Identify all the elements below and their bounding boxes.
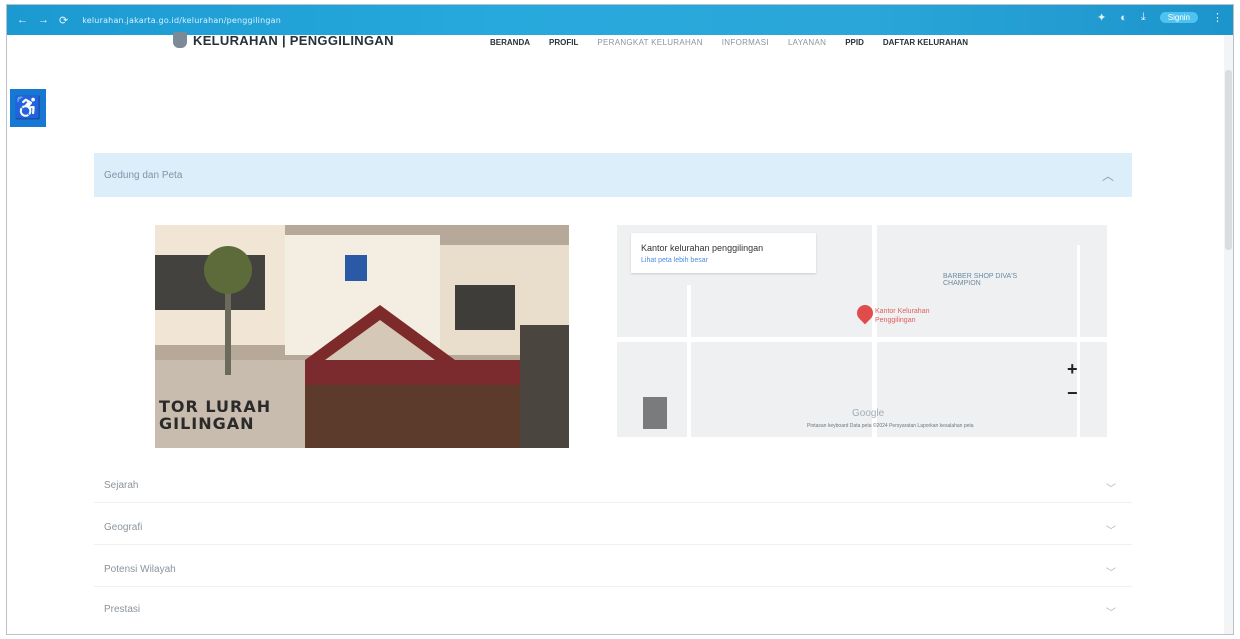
main-nav: BERANDA PROFIL PERANGKAT KELURAHAN INFOR…: [490, 38, 987, 47]
map-road: [872, 225, 877, 437]
accordion-geografi-label: Geografi: [104, 522, 143, 533]
accordion-header-gedung-peta[interactable]: Gedung dan Peta ︿: [94, 153, 1132, 197]
accordion-sejarah[interactable]: Sejarah ﹀: [94, 470, 1132, 503]
nav-beranda[interactable]: BERANDA: [490, 38, 530, 47]
accordion-title: Gedung dan Peta: [104, 170, 183, 181]
map-view-larger-link[interactable]: Lihat peta lebih besar: [641, 257, 708, 264]
map-footer[interactable]: Pintasan keyboard Data peta ©2024 Persya…: [807, 423, 974, 429]
profile-button[interactable]: Signin: [1159, 12, 1198, 23]
nav-perangkat-kelurahan[interactable]: PERANGKAT KELURAHAN: [597, 38, 702, 47]
map-pin-label[interactable]: Kantor Kelurahan Penggilingan: [875, 307, 945, 325]
zoom-in-button[interactable]: +: [1067, 357, 1078, 381]
map-place-name: Kantor kelurahan penggilingan: [641, 243, 764, 253]
map-place-card[interactable]: Kantor kelurahan penggilingan Lihat peta…: [631, 233, 816, 273]
scrollbar-thumb[interactable]: [1225, 70, 1232, 250]
scrollbar-track[interactable]: [1224, 35, 1233, 634]
forward-icon[interactable]: →: [38, 14, 49, 26]
jakarta-emblem-icon: [173, 32, 187, 48]
back-icon[interactable]: ←: [17, 14, 28, 26]
google-logo: Google: [852, 408, 885, 419]
site-title: KELURAHAN | PENGGILINGAN: [193, 32, 394, 48]
reload-icon[interactable]: ⟳: [59, 14, 68, 27]
menu-dots-icon[interactable]: ⋮: [1212, 11, 1223, 24]
nav-profil[interactable]: PROFIL: [549, 38, 578, 47]
extensions-icon[interactable]: ✦: [1097, 11, 1106, 24]
map-poi-barber[interactable]: BARBER SHOP DIVA'S CHAMPION: [943, 273, 1053, 287]
chevron-down-icon: ﹀: [1106, 484, 1116, 495]
browser-toolbar: ← → ⟳ kelurahan.jakarta.go.id/kelurahan/…: [7, 5, 1233, 35]
building-photo: TOR LURAH GILINGAN: [155, 225, 569, 448]
sign-line-1: TOR LURAH: [159, 397, 272, 416]
nav-layanan[interactable]: LAYANAN: [788, 38, 826, 47]
account-icon[interactable]: ◐: [1120, 12, 1127, 24]
accordion-geografi[interactable]: Geografi ﹀: [94, 512, 1132, 545]
accordion-sejarah-label: Sejarah: [104, 480, 139, 491]
chevron-up-icon: ︿: [1101, 169, 1114, 183]
accordion-potensi-label: Potensi Wilayah: [104, 564, 176, 575]
download-icon[interactable]: ⤓: [1141, 11, 1146, 24]
map-zoom-controls: + −: [1067, 357, 1078, 405]
accordion-potensi-wilayah[interactable]: Potensi Wilayah ﹀: [94, 554, 1132, 587]
accordion-prestasi[interactable]: Prestasi ﹀: [94, 594, 1132, 626]
map-road: [687, 285, 691, 437]
accessibility-button[interactable]: ♿: [10, 89, 46, 127]
map-road: [1077, 245, 1080, 437]
site-logo[interactable]: KELURAHAN | PENGGILINGAN: [173, 32, 394, 48]
chevron-down-icon: ﹀: [1106, 526, 1116, 537]
zoom-out-button[interactable]: −: [1067, 381, 1078, 405]
wheelchair-icon: ♿: [14, 95, 42, 120]
map-satellite-toggle[interactable]: [643, 397, 667, 429]
sign-line-2: GILINGAN: [159, 414, 255, 433]
accordion-prestasi-label: Prestasi: [104, 604, 141, 615]
nav-ppid[interactable]: PPID: [845, 38, 864, 47]
nav-informasi[interactable]: INFORMASI: [722, 38, 769, 47]
chevron-down-icon: ﹀: [1106, 568, 1116, 579]
address-bar[interactable]: kelurahan.jakarta.go.id/kelurahan/penggi…: [82, 16, 281, 25]
google-map-embed[interactable]: Kantor kelurahan penggilingan Lihat peta…: [617, 225, 1107, 437]
nav-daftar-kelurahan[interactable]: DAFTAR KELURAHAN: [883, 38, 968, 47]
chevron-down-icon: ﹀: [1106, 608, 1116, 619]
